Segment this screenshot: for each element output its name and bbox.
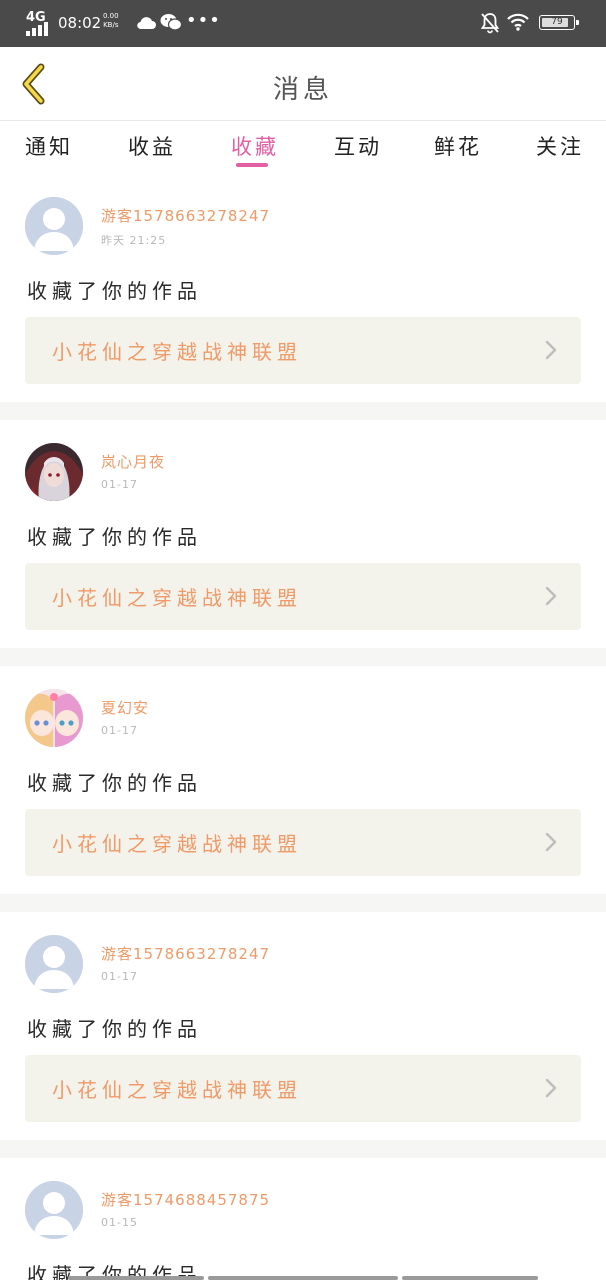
header: 消息	[0, 47, 606, 121]
timestamp: 01-17	[101, 724, 138, 737]
nav-gesture-hint	[208, 1276, 398, 1280]
tab-interactions[interactable]: 互动	[318, 131, 398, 161]
username[interactable]: 游客1574688457875	[101, 1189, 270, 1210]
action-text: 收藏了你的作品	[27, 525, 202, 549]
timestamp: 01-15	[101, 1216, 138, 1229]
message-card: 游客1578663278247 01-17 收藏了你的作品 小花仙之穿越战神联盟	[0, 912, 606, 1140]
anime-avatar-pink	[25, 689, 83, 747]
username[interactable]: 岚心月夜	[101, 451, 165, 472]
nav-gesture-hint	[402, 1276, 538, 1280]
speed-unit: KB/s	[103, 21, 119, 29]
message-card: 夏幻安 01-17 收藏了你的作品 小花仙之穿越战神联盟	[0, 666, 606, 894]
message-card: 岚心月夜 01-17 收藏了你的作品 小花仙之穿越战神联盟	[0, 420, 606, 648]
active-tab-indicator	[236, 163, 268, 167]
wechat-icon	[160, 14, 182, 31]
timestamp: 01-17	[101, 478, 138, 491]
work-link[interactable]: 小花仙之穿越战神联盟	[25, 563, 581, 630]
work-title: 小花仙之穿越战神联盟	[52, 586, 302, 610]
username[interactable]: 游客1578663278247	[101, 205, 270, 226]
action-text: 收藏了你的作品	[27, 279, 202, 303]
work-link[interactable]: 小花仙之穿越战神联盟	[25, 317, 581, 384]
message-card: 游客1578663278247 昨天 21:25 收藏了你的作品 小花仙之穿越战…	[0, 174, 606, 402]
tab-bar: 通知 收益 收藏 互动 鲜花 关注	[0, 121, 606, 174]
work-title: 小花仙之穿越战神联盟	[52, 832, 302, 856]
avatar[interactable]	[25, 197, 83, 255]
page-title: 消息	[272, 75, 333, 105]
tab-notifications[interactable]: 通知	[9, 131, 89, 161]
work-title: 小花仙之穿越战神联盟	[52, 340, 302, 364]
timestamp: 01-17	[101, 970, 138, 983]
avatar[interactable]	[25, 689, 83, 747]
work-link[interactable]: 小花仙之穿越战神联盟	[25, 1055, 581, 1122]
tab-follows[interactable]: 关注	[520, 131, 600, 161]
chevron-right-icon	[545, 832, 557, 852]
avatar[interactable]	[25, 1181, 83, 1239]
status-bar: 4G 08:02 0.00 KB/s ••• 79	[0, 0, 606, 47]
bell-off-icon	[480, 13, 500, 34]
default-avatar-icon	[25, 197, 83, 255]
action-text: 收藏了你的作品	[27, 771, 202, 795]
work-title: 小花仙之穿越战神联盟	[52, 1078, 302, 1102]
speed-value: 0.00	[103, 12, 119, 20]
default-avatar-icon	[25, 935, 83, 993]
wifi-icon	[507, 13, 529, 31]
chevron-right-icon	[545, 1078, 557, 1098]
nav-gesture-hint	[68, 1276, 204, 1280]
clock: 08:02	[58, 14, 102, 32]
battery-icon: 79	[539, 15, 579, 30]
battery-level: 79	[551, 17, 563, 27]
tab-flowers[interactable]: 鲜花	[418, 131, 498, 161]
chevron-right-icon	[545, 340, 557, 360]
action-text: 收藏了你的作品	[27, 1017, 202, 1041]
cloud-icon	[137, 17, 156, 30]
avatar[interactable]	[25, 443, 83, 501]
more-dots-icon: •••	[186, 10, 221, 31]
message-card: 游客1574688457875 01-15 收藏了你的作品	[0, 1158, 606, 1280]
default-avatar-icon	[25, 1181, 83, 1239]
tab-earnings[interactable]: 收益	[112, 131, 192, 161]
anime-avatar-dark	[25, 443, 83, 501]
chevron-right-icon	[545, 586, 557, 606]
username[interactable]: 游客1578663278247	[101, 943, 270, 964]
signal-icon	[26, 22, 50, 36]
avatar[interactable]	[25, 935, 83, 993]
username[interactable]: 夏幻安	[101, 697, 149, 718]
tab-favorites[interactable]: 收藏	[215, 131, 295, 161]
network-speed: 0.00 KB/s	[103, 12, 119, 30]
timestamp: 昨天 21:25	[101, 234, 167, 247]
work-link[interactable]: 小花仙之穿越战神联盟	[25, 809, 581, 876]
